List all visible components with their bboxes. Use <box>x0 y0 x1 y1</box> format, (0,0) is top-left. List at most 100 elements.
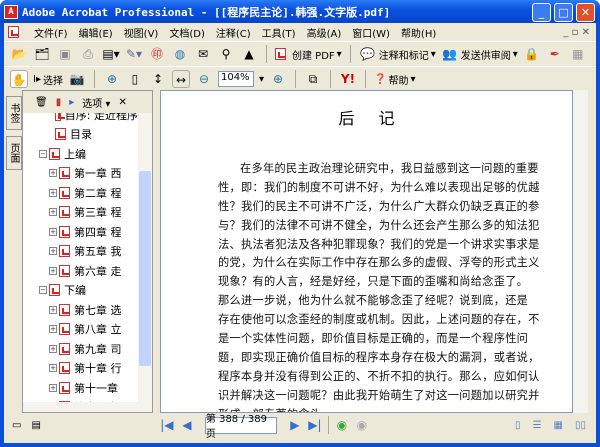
menu-document[interactable]: 文档(D) <box>169 25 205 40</box>
expand-toggle[interactable]: + <box>49 266 57 275</box>
snapshot-icon[interactable]: 📷 <box>68 70 86 88</box>
fit-width-icon[interactable]: ↔ <box>171 70 190 88</box>
close-button[interactable]: ✕ <box>576 3 595 22</box>
expand-toggle[interactable]: + <box>49 169 57 178</box>
document-scrollbar[interactable] <box>573 90 588 413</box>
rotate-icon[interactable]: ⧉ <box>304 70 322 88</box>
expand-toggle[interactable]: + <box>49 325 57 334</box>
zoom-plus-icon[interactable]: ⊕ <box>269 70 287 88</box>
expand-toggle[interactable]: + <box>49 247 57 256</box>
bookmark-item[interactable]: + 第十章 行 <box>23 359 138 379</box>
bookmark-item[interactable]: + 第五章 我 <box>23 242 138 262</box>
bookmark-item[interactable]: − 上编 <box>23 144 138 164</box>
fit-page-icon[interactable]: ↕ <box>149 70 167 88</box>
navigation-tabs: 书签 页面 <box>4 90 22 413</box>
forward-view-icon[interactable]: ◉ <box>352 418 372 432</box>
menu-help[interactable]: 帮助(H) <box>401 25 436 40</box>
bookmark-item[interactable]: − 下编 <box>23 281 138 301</box>
first-page-icon[interactable]: |◀ <box>157 418 177 432</box>
bookmark-item[interactable]: + 第二章 程 <box>23 183 138 203</box>
bookmark-item[interactable]: + 第十一章 <box>23 378 138 398</box>
expand-toggle[interactable]: − <box>39 149 47 158</box>
expand-toggle[interactable]: + <box>49 208 57 217</box>
panel-splitter[interactable] <box>153 90 160 413</box>
expand-toggle[interactable]: + <box>49 344 57 353</box>
expand-toggle[interactable]: + <box>49 383 57 392</box>
delete-icon[interactable]: 🗑 <box>35 97 48 108</box>
help-button[interactable]: ❓ 帮助 ▾ <box>374 72 415 87</box>
menu-edit[interactable]: 编辑(E) <box>79 25 113 40</box>
next-page-icon[interactable]: ▶ <box>285 418 305 432</box>
comment-markup-button[interactable]: 💬 注释和标记 ▾ <box>359 45 436 63</box>
facing-icon[interactable]: ▯▯ <box>575 420 586 431</box>
panel-scrollbar[interactable] <box>138 113 152 402</box>
expand-bookmark-icon[interactable]: ▸ <box>69 97 74 108</box>
expand-toggle[interactable]: + <box>49 364 57 373</box>
actual-size-icon[interactable]: ▯ <box>126 70 144 88</box>
mail-icon[interactable]: ✉ <box>194 45 212 63</box>
last-page-icon[interactable]: ▶| <box>305 418 325 432</box>
maximize-button[interactable]: □ <box>554 3 573 22</box>
text-line: 程序本身并没有得到公正的、不折不扣的执行。那么，应如何认 <box>218 369 540 383</box>
menu-view[interactable]: 视图(V) <box>124 25 159 40</box>
print-icon[interactable]: ⎙ <box>79 45 97 63</box>
page-layout-icon[interactable]: ▭ <box>12 420 21 431</box>
expand-toggle[interactable]: + <box>49 227 57 236</box>
continuous-icon[interactable]: ☰ <box>533 420 542 431</box>
bookmark-item[interactable]: + 第七章 选 <box>23 300 138 320</box>
zoom-in-icon[interactable]: ⊕ <box>103 70 121 88</box>
select-tool-button[interactable]: I▸ 选择 <box>33 72 63 87</box>
create-pdf-button[interactable]: 创建 PDF ▾ <box>275 47 342 62</box>
menu-advanced[interactable]: 高级(A) <box>307 25 342 40</box>
bookmark-item[interactable]: + 第四章 程 <box>23 222 138 242</box>
email-icon[interactable]: ▤▾ <box>102 45 120 63</box>
bookmark-icon <box>59 362 70 375</box>
palette-icon[interactable]: ▲ <box>240 45 258 63</box>
menu-file[interactable]: 文件(F) <box>34 25 68 40</box>
continuous-facing-icon[interactable]: ▦ <box>554 420 563 431</box>
expand-toggle[interactable]: + <box>49 188 57 197</box>
tab-pages[interactable]: 页面 <box>6 136 22 170</box>
minimize-button[interactable]: _ <box>532 3 551 22</box>
bookmark-item[interactable]: + 第六章 走 <box>23 261 138 281</box>
bookmark-item[interactable]: 自序: 走近程序 <box>23 113 138 125</box>
zoom-input[interactable]: 104% <box>217 71 254 87</box>
text-line: 与？我们的法律不可讲不健全，为什么还会产生那么多的知法犯 <box>218 218 540 232</box>
save-icon[interactable]: ▣ <box>56 45 74 63</box>
tab-bookmarks[interactable]: 书签 <box>6 96 22 130</box>
stamp-icon[interactable]: ㊞ <box>148 45 166 63</box>
bookmark-item[interactable]: + 第九章 司 <box>23 339 138 359</box>
new-bookmark-icon[interactable]: ▮ <box>56 97 62 108</box>
single-page-icon[interactable]: ▯ <box>515 420 521 431</box>
page-number-field[interactable]: 第 388 / 389 页 <box>204 414 277 440</box>
forms-icon[interactable]: ▦ <box>569 45 587 63</box>
bookmark-item[interactable]: 目录 <box>23 125 138 145</box>
options-menu[interactable]: 选项 ▾ <box>82 95 110 110</box>
sign-icon[interactable]: ✒ <box>546 45 564 63</box>
lock-icon[interactable]: 🔒 <box>523 45 541 63</box>
back-view-icon[interactable]: ◉ <box>332 418 352 432</box>
menu-comments[interactable]: 注释(C) <box>216 25 251 40</box>
open-icon[interactable]: 📂 <box>10 45 28 63</box>
bookmark-item[interactable]: + 第八章 立 <box>23 320 138 340</box>
organizer-icon[interactable]: 🗂 <box>33 45 51 63</box>
yahoo-icon[interactable]: Y! <box>339 70 357 88</box>
previous-page-icon[interactable]: ◀ <box>177 418 197 432</box>
menu-tools[interactable]: 工具(T) <box>262 25 296 40</box>
attach-icon[interactable]: ✎▾ <box>125 45 143 63</box>
expand-toggle[interactable]: + <box>49 305 57 314</box>
menu-bar: 文件(F) 编辑(E) 视图(V) 文档(D) 注释(C) 工具(T) 高级(A… <box>4 23 596 41</box>
web-icon[interactable]: ◍ <box>171 45 189 63</box>
menu-window[interactable]: 窗口(W) <box>352 25 390 40</box>
bookmark-item[interactable]: + 第一章 西 <box>23 164 138 184</box>
page-size-icon[interactable]: ▤ <box>31 420 40 431</box>
doc-window-controls[interactable]: _ ▫ ✕ <box>563 27 590 38</box>
panel-hscrollbar[interactable] <box>23 402 152 412</box>
send-review-button[interactable]: 👥 发送供审阅 ▾ <box>441 45 518 63</box>
expand-toggle[interactable]: − <box>39 286 47 295</box>
bookmark-item[interactable]: + 第三章 程 <box>23 203 138 223</box>
close-panel-icon[interactable]: ✕ <box>118 97 126 108</box>
zoom-out-icon[interactable]: ⊖ <box>195 70 213 88</box>
hand-tool-icon[interactable]: ✋ <box>10 70 28 88</box>
find-icon[interactable]: ⚲ <box>217 45 235 63</box>
